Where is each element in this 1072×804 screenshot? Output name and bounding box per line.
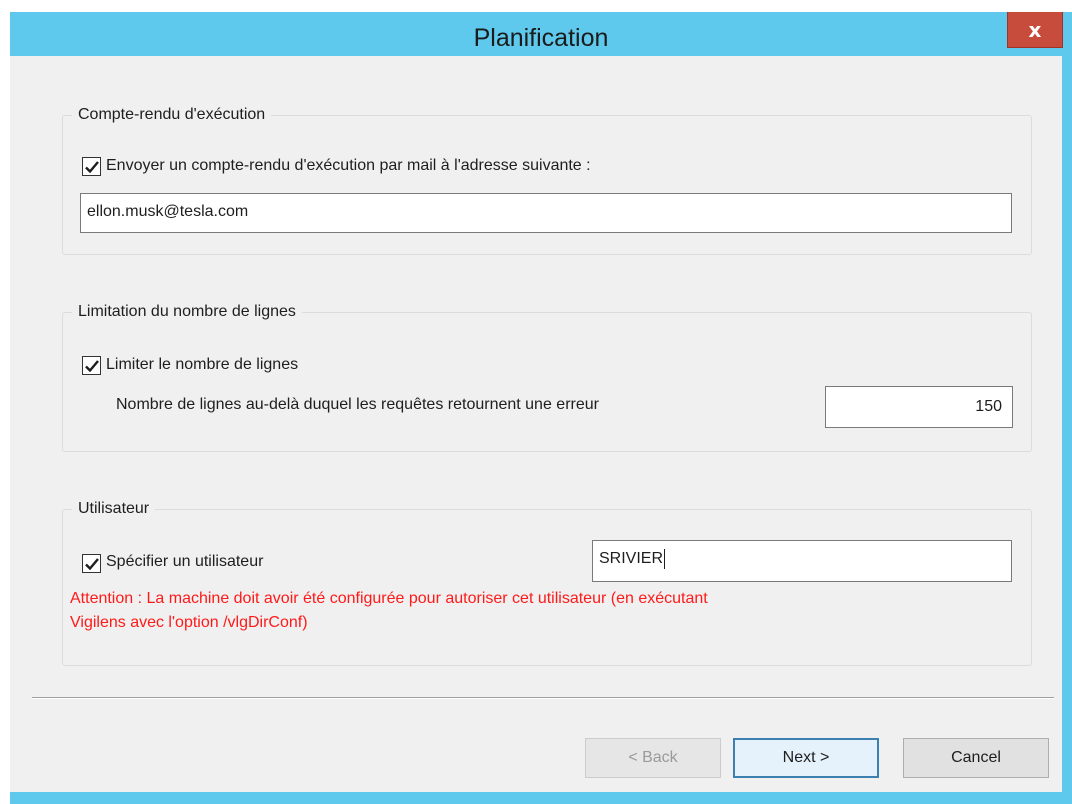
user-input[interactable]: SRIVIER xyxy=(592,540,1012,582)
next-button[interactable]: Next > xyxy=(733,738,879,778)
user-checkbox[interactable] xyxy=(82,554,101,573)
report-checkbox[interactable] xyxy=(82,157,101,176)
email-input-value: ellon.musk@tesla.com xyxy=(87,203,249,220)
user-checkbox-label[interactable]: Spécifier un utilisateur xyxy=(106,552,263,572)
limit-checkbox[interactable] xyxy=(82,356,101,375)
report-group-legend: Compte-rendu d'exécution xyxy=(72,105,272,125)
close-icon: x xyxy=(1028,17,1042,42)
line-count-value: 150 xyxy=(975,398,1002,415)
user-group-legend: Utilisateur xyxy=(72,499,156,519)
limit-group-legend: Limitation du nombre de lignes xyxy=(72,302,302,322)
limit-group xyxy=(62,312,1032,452)
email-input[interactable]: ellon.musk@tesla.com xyxy=(80,193,1012,233)
line-count-input[interactable]: 150 xyxy=(825,386,1013,428)
text-cursor xyxy=(664,549,666,569)
user-warning-line-2: Vigilens avec l'option /vlgDirConf) xyxy=(70,614,308,631)
footer-separator xyxy=(32,697,1054,699)
user-warning: Attention : La machine doit avoir été co… xyxy=(70,587,1030,635)
report-group xyxy=(62,115,1032,255)
limit-checkbox-label[interactable]: Limiter le nombre de lignes xyxy=(106,355,298,375)
checkmark-icon xyxy=(85,161,99,174)
cancel-button[interactable]: Cancel xyxy=(903,738,1049,778)
line-count-label: Nombre de lignes au-delà duquel les requ… xyxy=(116,396,599,413)
window-title: Planification xyxy=(473,24,609,52)
user-input-value: SRIVIER xyxy=(599,550,664,568)
close-button[interactable]: x xyxy=(1007,12,1063,48)
back-button[interactable]: < Back xyxy=(585,738,721,778)
checkmark-icon xyxy=(85,558,99,571)
user-warning-line-1: Attention : La machine doit avoir été co… xyxy=(70,590,708,607)
report-checkbox-label[interactable]: Envoyer un compte-rendu d'exécution par … xyxy=(106,156,591,176)
checkmark-icon xyxy=(85,360,99,373)
